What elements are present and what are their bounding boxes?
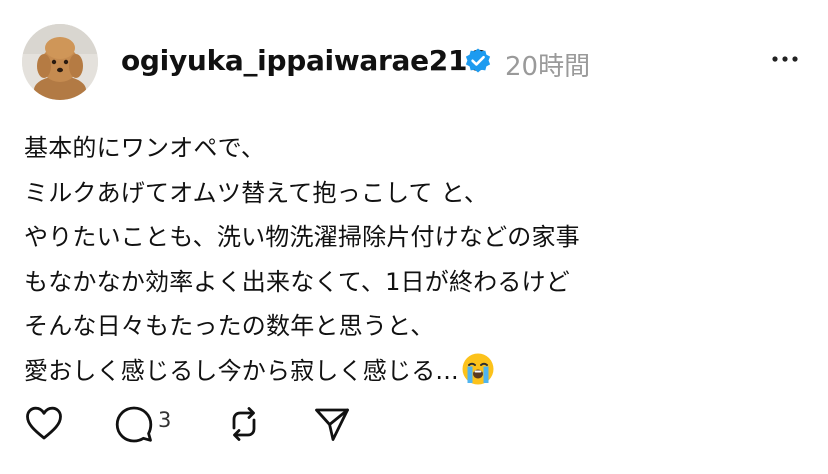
timestamp: 20時間 [505, 52, 591, 82]
reply-button[interactable]: 3 [114, 398, 171, 450]
avatar[interactable] [22, 24, 98, 100]
post-text-last-line: 愛おしく感じるし今から寂しく感じる... [24, 349, 804, 394]
like-button[interactable] [24, 398, 64, 450]
more-icon[interactable] [768, 47, 802, 71]
reply-count: 3 [158, 408, 172, 432]
heart-icon [26, 406, 62, 440]
repost-icon [232, 407, 256, 441]
post-text-line: 基本的にワンオペで、 [24, 134, 266, 162]
share-button[interactable] [312, 398, 352, 450]
post-text-line: 愛おしく感じるし今から寂しく感じる... [24, 356, 459, 385]
post-text-line: そんな日々もたったの数年と思うと、 [24, 312, 435, 341]
verified-icon [465, 48, 491, 73]
username[interactable]: ogiyuka_ippaiwarae216 [121, 44, 487, 77]
share-icon [315, 408, 349, 441]
comment-icon [115, 406, 153, 443]
loudly-crying-face-emoji [462, 353, 494, 385]
threads-post: ogiyuka_ippaiwarae216 20時間 基本的にワンオペで、 ミル… [0, 0, 828, 474]
post-text-line: ミルクあげてオムツ替えて抱っこして と、 [24, 178, 489, 207]
post-body: 基本的にワンオペで、 ミルクあげてオムツ替えて抱っこして と、 やりたいことも、… [24, 126, 804, 394]
repost-button[interactable] [224, 398, 264, 450]
post-text-line: やりたいことも、洗い物洗濯掃除片付けなどの家事 [24, 223, 580, 252]
post-text-line: もなかなか効率よく出来なくて、1日が終わるけど [24, 267, 570, 296]
action-bar: 3 [0, 398, 828, 450]
